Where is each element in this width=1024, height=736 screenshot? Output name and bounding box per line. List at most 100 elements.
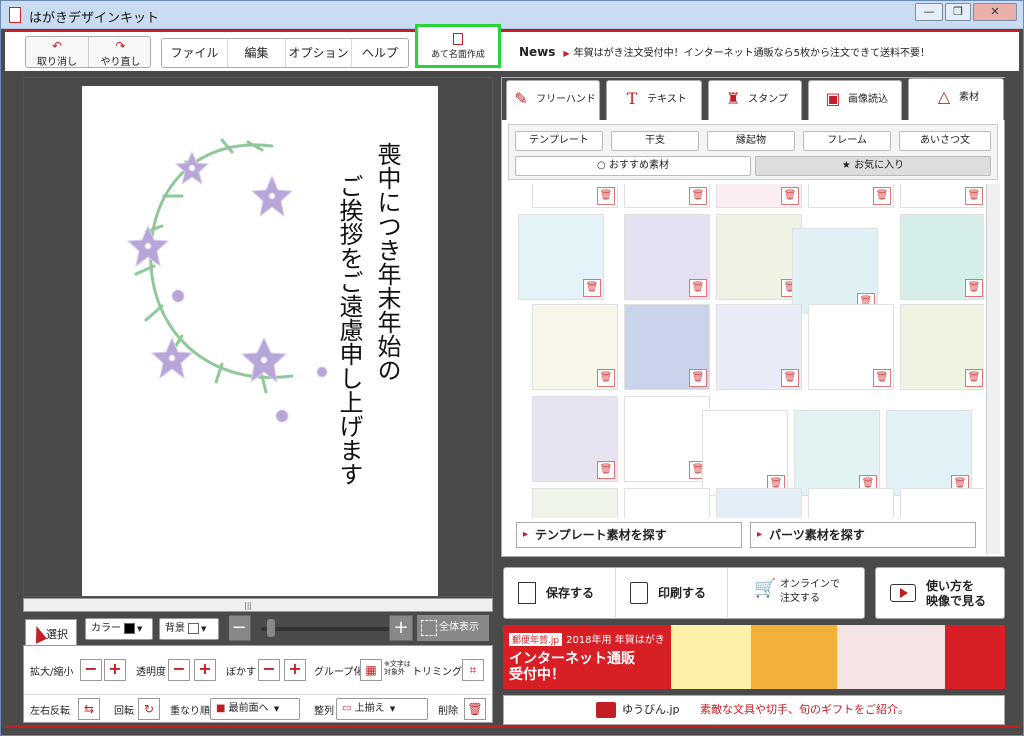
material-thumbnail[interactable]: 🗑	[532, 184, 618, 208]
news-ticker[interactable]: News ▶ 年賀はがき注文受付中！インターネット通販なら5枚から注文できて送料不要…	[507, 38, 1015, 66]
trash-icon[interactable]: 🗑	[965, 279, 983, 297]
material-thumbnail[interactable]	[808, 488, 894, 518]
zoom-in-button[interactable]: +	[389, 615, 413, 641]
material-thumbnail[interactable]: 🗑	[532, 304, 618, 390]
minimize-button[interactable]: —	[915, 3, 943, 21]
menu-help[interactable]: ヘルプ	[352, 39, 408, 67]
opacity-down-button[interactable]: −	[168, 659, 190, 681]
select-tool-button[interactable]: 選択	[25, 619, 77, 647]
material-thumbnail[interactable]: 🗑	[716, 184, 802, 208]
trash-icon[interactable]: 🗑	[689, 187, 707, 205]
rotate-icon[interactable]: ↻	[138, 698, 160, 720]
redo-button[interactable]: ↷ やり直し	[89, 37, 152, 68]
yubin-footer-banner[interactable]: ゆうびん.jp 素敵な文具や切手、旬のギフトをご紹介。	[503, 695, 1005, 725]
select-label: 選択	[46, 628, 68, 641]
card-canvas-area[interactable]: 喪中につき年末年始の ご挨拶をご遠慮申し上げます	[23, 77, 493, 597]
material-thumbnail[interactable]	[716, 488, 802, 518]
trash-icon[interactable]: 🗑	[781, 369, 799, 387]
tab-freehand[interactable]: ✎ フリーハンド	[506, 80, 600, 120]
tab-material[interactable]: △ 素材	[908, 78, 1004, 120]
trash-icon[interactable]: 🗑	[597, 187, 615, 205]
maximize-button[interactable]: ❐	[945, 3, 971, 21]
tab-stamp[interactable]: ♜ スタンプ	[708, 80, 802, 120]
material-thumbnail[interactable]: 🗑	[716, 304, 802, 390]
zoom-slider-thumb[interactable]	[267, 619, 275, 637]
material-thumbnail[interactable]: 🗑	[702, 410, 788, 496]
trash-icon[interactable]: 🗑	[965, 187, 983, 205]
trash-icon[interactable]: 🗑	[965, 369, 983, 387]
material-thumbnail[interactable]: 🗑	[794, 410, 880, 496]
postcard-preview[interactable]: 喪中につき年末年始の ご挨拶をご遠慮申し上げます	[82, 86, 438, 596]
blur-up-button[interactable]: +	[284, 659, 306, 681]
color-dropdown[interactable]: カラー ▼	[85, 618, 153, 640]
material-thumbnail[interactable]: 🗑	[624, 396, 710, 482]
nenga-ad-banner[interactable]: 郵便年賀.jp 2018年用 年賀はがき インターネット通販 受付中！	[503, 625, 1005, 689]
trash-icon[interactable]: 🗑	[781, 187, 799, 205]
material-thumbnail[interactable]	[532, 488, 618, 518]
trash-icon[interactable]: 🗑	[464, 698, 486, 720]
banner-art-2	[751, 625, 837, 689]
scale-up-button[interactable]: +	[104, 659, 126, 681]
video-guide-button[interactable]: 使い方を 映像で見る	[875, 567, 1005, 619]
category-frame[interactable]: フレーム	[803, 131, 891, 151]
trash-icon[interactable]: 🗑	[873, 187, 891, 205]
material-thumbnail[interactable]: 🗑	[624, 214, 710, 300]
category-engimono[interactable]: 縁起物	[707, 131, 795, 151]
category-eto[interactable]: 干支	[611, 131, 699, 151]
material-thumbnail[interactable]: 🗑	[624, 304, 710, 390]
trash-icon[interactable]: 🗑	[689, 369, 707, 387]
trash-icon[interactable]: 🗑	[583, 279, 601, 297]
align-label: 整列	[314, 706, 334, 717]
blur-down-button[interactable]: −	[258, 659, 280, 681]
material-thumbnail[interactable]: 🗑	[900, 184, 984, 208]
flip-horizontal-icon[interactable]: ⇆	[78, 698, 100, 720]
group-button[interactable]: ▦	[360, 659, 382, 681]
category-template[interactable]: テンプレート	[515, 131, 603, 151]
menu-file[interactable]: ファイル	[162, 39, 228, 67]
category-greeting[interactable]: あいさつ文	[899, 131, 991, 151]
trash-icon[interactable]: 🗑	[873, 369, 891, 387]
menu-edit[interactable]: 編集	[228, 39, 286, 67]
card-message-line2[interactable]: ご挨拶をご遠慮申し上げます	[334, 174, 364, 486]
tab-text[interactable]: T テキスト	[606, 80, 702, 120]
material-thumbnail[interactable]: 🗑	[900, 214, 984, 300]
material-thumbnail[interactable]	[900, 488, 984, 518]
recommended-tab[interactable]: ○ おすすめ素材	[515, 156, 751, 176]
menu-options[interactable]: オプション	[286, 39, 352, 67]
opacity-up-button[interactable]: +	[194, 659, 216, 681]
trash-icon[interactable]: 🗑	[597, 461, 615, 479]
favorites-tab[interactable]: ★ お気に入り	[755, 156, 991, 176]
material-thumbnail[interactable]: 🗑	[518, 214, 604, 300]
find-template-button[interactable]: テンプレート素材を探す	[516, 522, 742, 548]
card-message-line1[interactable]: 喪中につき年末年始の	[372, 142, 402, 382]
material-vertical-scrollbar[interactable]	[986, 184, 1000, 554]
find-parts-button[interactable]: パーツ素材を探す	[750, 522, 976, 548]
trash-icon[interactable]: 🗑	[689, 279, 707, 297]
undo-button[interactable]: ↶ 取り消し	[26, 37, 89, 68]
address-side-button[interactable]: あて名面作成	[415, 24, 501, 68]
material-thumbnail[interactable]: 🗑	[532, 396, 618, 482]
save-button[interactable]: 保存する	[504, 568, 616, 618]
material-thumbnail[interactable]	[624, 488, 710, 518]
material-thumbnail[interactable]: 🗑	[808, 184, 894, 208]
material-thumbnail[interactable]: 🗑	[624, 184, 710, 208]
print-button[interactable]: 印刷する	[616, 568, 728, 618]
speech-bubble-icon: ○	[597, 160, 606, 171]
trash-icon[interactable]: 🗑	[597, 369, 615, 387]
material-thumbnail[interactable]: 🗑	[716, 214, 802, 300]
order-dropdown[interactable]: ■ 最前面へ ▼	[210, 698, 300, 720]
material-thumbnail[interactable]: 🗑	[900, 304, 984, 390]
background-dropdown[interactable]: 背景 ▼	[159, 618, 219, 640]
fit-to-window-button[interactable]: 全体表示	[417, 615, 489, 641]
align-dropdown[interactable]: ▭ 上揃え ▼	[336, 698, 428, 720]
online-order-button[interactable]: 🛒 オンラインで 注文する	[728, 568, 864, 618]
material-thumbnail[interactable]: 🗑	[886, 410, 972, 496]
tab-image-import[interactable]: ▣ 画像読込	[808, 80, 902, 120]
material-thumbnail[interactable]: 🗑	[792, 228, 878, 314]
canvas-horizontal-scrollbar[interactable]: |||	[23, 598, 493, 612]
close-button[interactable]: ✕	[973, 3, 1017, 21]
zoom-out-button[interactable]: −	[227, 615, 251, 641]
scale-down-button[interactable]: −	[80, 659, 102, 681]
material-thumbnail[interactable]: 🗑	[808, 304, 894, 390]
crop-icon[interactable]: ⌗	[462, 659, 484, 681]
